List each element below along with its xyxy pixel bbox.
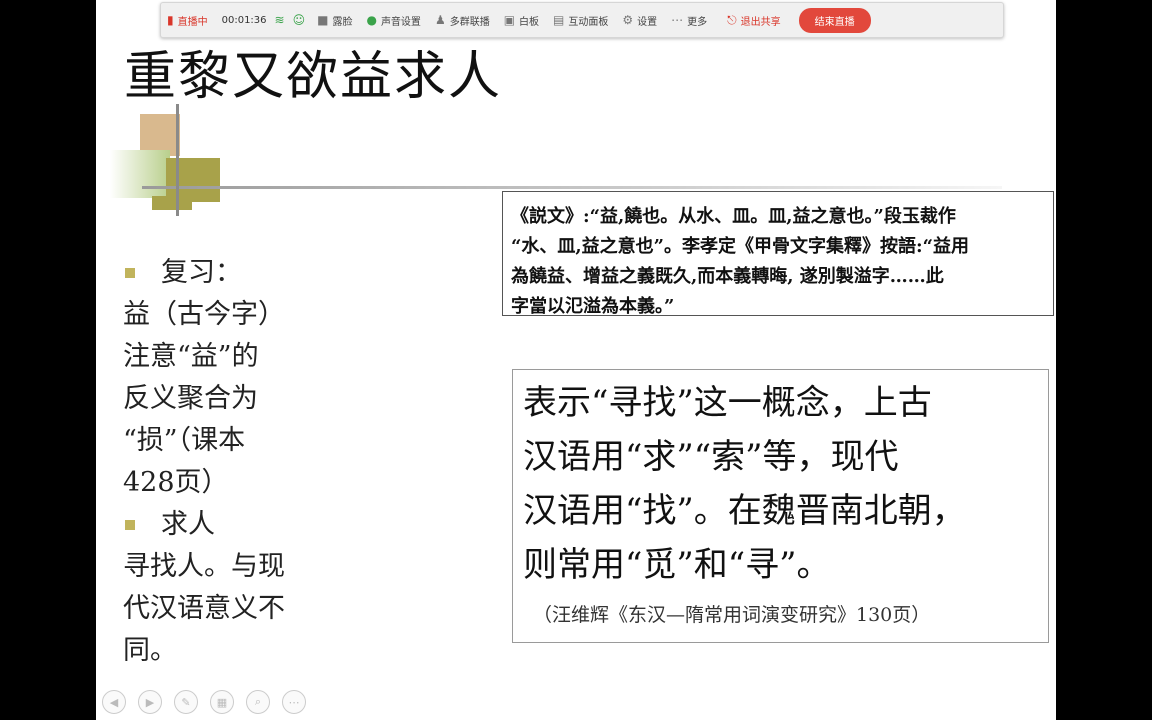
live-status-label: 直播中 — [177, 16, 208, 28]
review-line: 反义聚合为 — [123, 383, 258, 414]
end-live-button[interactable]: 结束直播 — [798, 7, 871, 33]
left-text-column: 复习： 益（古今字） 注意“益”的 反义聚合为 “损”（课本 428页） 求人 … — [123, 252, 323, 672]
slides-overview-icon[interactable]: ▦ — [210, 690, 234, 714]
quote-line: “水、皿,益之意也”。李孝定《甲骨文字集釋》按語:“益用 — [511, 236, 969, 257]
explanation-line: 则常用“觅”和“寻”。 — [523, 545, 831, 585]
whiteboard-label: 白板 — [519, 16, 540, 28]
more-options-icon[interactable]: ⋯ — [282, 690, 306, 714]
quote-line: 為饒益、增益之義既久,而本義轉晦, 遂別製溢字……此 — [511, 266, 944, 287]
quote-line: 《説文》:“益,饒也。从水、皿。皿,益之意也。”段玉裁作 — [511, 206, 956, 227]
exit-icon: ⎋ — [727, 12, 737, 27]
bullet-icon — [125, 268, 135, 278]
audio-settings-button[interactable]: ● 声音设置 — [366, 13, 420, 28]
review-line: 注意“益”的 — [123, 341, 259, 372]
bullet-review-label: 复习： — [161, 257, 242, 288]
bullet-review: 复习： — [123, 252, 323, 294]
pen-icon[interactable]: ✎ — [174, 690, 198, 714]
zoom-icon[interactable]: ⌕ — [246, 690, 270, 714]
more-icon: ⋯ — [671, 13, 684, 27]
bullet-qiuren-label: 求人 — [161, 509, 215, 540]
citation: （汪维辉《东汉—隋常用词演变研究》130页） — [533, 604, 931, 626]
exit-share-label: 退出共享 — [740, 16, 781, 28]
shuowen-quote-box: 《説文》:“益,饒也。从水、皿。皿,益之意也。”段玉裁作 “水、皿,益之意也”。… — [502, 191, 1054, 317]
camera-icon: ■ — [317, 13, 329, 27]
right-margin — [1056, 0, 1152, 720]
more-label: 更多 — [687, 16, 708, 28]
explanation-line: 表示“寻找”这一概念，上古 — [523, 383, 932, 423]
chat-icon: ▤ — [553, 13, 565, 27]
settings-button[interactable]: ⚙ 设置 — [622, 13, 657, 28]
audio-settings-label: 声音设置 — [380, 16, 421, 28]
exit-share-button[interactable]: ⎋ 退出共享 — [727, 13, 781, 28]
settings-label: 设置 — [637, 16, 658, 28]
divider-line — [142, 186, 1002, 189]
explanation-line: 汉语用“求”“索”等，现代 — [523, 437, 899, 477]
slide-title: 重黎又欲益求人 — [124, 47, 503, 107]
slideshow-nav: ◀ ▶ ✎ ▦ ⌕ ⋯ — [102, 690, 318, 714]
decoration-strip-olive — [152, 196, 192, 210]
slide: 重黎又欲益求人 复习： 益（古今字） 注意“益”的 反义聚合为 “损”（课本 4… — [96, 0, 1056, 720]
explanation-line: 汉语用“找”。在魏晋南北朝， — [523, 491, 966, 531]
multi-group-label: 多群联播 — [449, 16, 490, 28]
review-line: “损”（课本 — [123, 425, 246, 456]
live-timer: 00:01:36 — [221, 14, 267, 26]
mouse-cursor-icon — [392, 106, 410, 126]
more-button[interactable]: ⋯ 更多 — [671, 13, 707, 28]
signal-bars-icon: ▮ — [167, 13, 174, 27]
explanation-box: 表示“寻找”这一概念，上古 汉语用“求”“索”等，现代 汉语用“找”。在魏晋南北… — [512, 369, 1049, 643]
interaction-panel-button[interactable]: ▤ 互动面板 — [553, 13, 608, 28]
bullet-icon — [125, 520, 135, 530]
left-margin — [0, 0, 96, 720]
qiuren-line: 同。 — [123, 635, 177, 666]
multi-group-button[interactable]: ♟ 多群联播 — [435, 13, 490, 28]
previous-slide-icon[interactable]: ◀ — [102, 690, 126, 714]
review-line: 428页） — [123, 467, 229, 498]
quote-line: 字當以氾溢為本義。” — [511, 296, 675, 317]
interaction-panel-label: 互动面板 — [568, 16, 609, 28]
status-ok-icon: ☺ — [292, 13, 306, 27]
live-status: ▮ 直播中 — [167, 13, 208, 28]
live-toolbar: ▮ 直播中 00:01:36 ≋ ☺ ■ 露脸 ● 声音设置 ♟ 多群联播 ▣ … — [160, 2, 1004, 38]
camera-label: 露脸 — [332, 16, 353, 28]
review-line: 益（古今字） — [123, 299, 285, 330]
users-icon: ♟ — [434, 13, 446, 27]
vertical-divider — [176, 104, 179, 216]
gear-icon: ⚙ — [622, 13, 634, 27]
camera-button[interactable]: ■ 露脸 — [317, 13, 352, 28]
decoration-square-green — [110, 150, 170, 198]
whiteboard-button[interactable]: ▣ 白板 — [504, 13, 539, 28]
bullet-qiuren: 求人 — [123, 504, 323, 546]
qiuren-line: 代汉语意义不 — [123, 593, 285, 624]
qiuren-line: 寻找人。与现 — [123, 551, 285, 582]
network-icon: ≋ — [274, 13, 285, 27]
whiteboard-icon: ▣ — [503, 13, 516, 27]
next-slide-icon[interactable]: ▶ — [138, 690, 162, 714]
microphone-icon: ● — [366, 13, 377, 27]
